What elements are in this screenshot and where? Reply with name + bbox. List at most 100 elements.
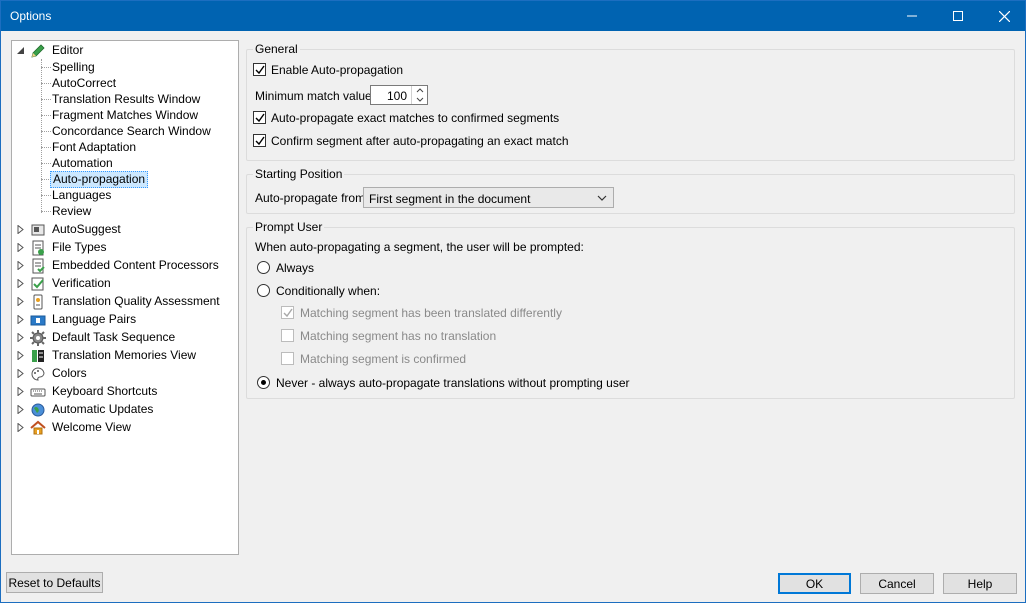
chevron-down-icon[interactable]: [412, 95, 428, 104]
never-radio[interactable]: [257, 376, 270, 389]
tree-item-verification[interactable]: Verification: [16, 275, 113, 292]
no-translation-checkbox[interactable]: [281, 329, 294, 342]
tree-item-autocorrect[interactable]: AutoCorrect: [50, 75, 118, 92]
always-label: Always: [276, 261, 315, 275]
reset-to-defaults-button[interactable]: Reset to Defaults: [6, 572, 103, 593]
home-icon: [30, 420, 46, 434]
min-match-value: 100: [386, 89, 407, 103]
exact-matches-confirmed-checkbox[interactable]: [253, 111, 266, 124]
enable-auto-propagation-label: Enable Auto-propagation: [271, 63, 404, 77]
options-tree[interactable]: Editor Spelling AutoCorrect Translation Re…: [11, 40, 239, 555]
tree-item-colors[interactable]: Colors: [16, 365, 89, 382]
globe-icon: [31, 403, 45, 416]
confirm-after-propagating-checkbox[interactable]: [253, 134, 266, 147]
translated-differently-checkbox[interactable]: [281, 306, 294, 319]
never-label: Never - always auto-propagate translatio…: [276, 376, 630, 390]
expand-icon[interactable]: [16, 387, 25, 396]
always-radio[interactable]: [257, 261, 270, 274]
expand-icon[interactable]: [16, 297, 25, 306]
tree-item-automation[interactable]: Automation: [50, 155, 115, 172]
help-button[interactable]: Help: [943, 573, 1017, 594]
no-translation-label: Matching segment has no translation: [300, 329, 497, 343]
expand-icon[interactable]: [16, 279, 25, 288]
title-bar: Options: [1, 1, 1025, 31]
conditionally-radio[interactable]: [257, 284, 270, 297]
tree-item-language-pairs[interactable]: Language Pairs: [16, 311, 138, 328]
embedded-content-icon: [32, 258, 45, 273]
checkmark-icon: [255, 65, 265, 75]
conditionally-label: Conditionally when:: [276, 284, 381, 298]
confirm-after-propagating-label: Confirm segment after auto-propagating a…: [271, 134, 569, 148]
tree-item-font-adaptation[interactable]: Font Adaptation: [50, 139, 138, 156]
expand-icon[interactable]: [16, 405, 25, 414]
translation-memories-icon: [32, 349, 44, 362]
close-icon: [998, 10, 1010, 22]
expand-icon[interactable]: [16, 225, 25, 234]
gear-icon: [30, 329, 46, 346]
tree-item-editor[interactable]: Editor: [16, 42, 85, 59]
expand-icon[interactable]: [16, 315, 25, 324]
checkmark-icon: [255, 113, 265, 123]
min-match-label: Minimum match value:: [255, 89, 376, 103]
keyboard-icon: [30, 388, 46, 396]
expand-icon[interactable]: [16, 333, 25, 342]
expand-icon[interactable]: [16, 351, 25, 360]
window-title: Options: [10, 9, 52, 23]
maximize-icon: [953, 11, 963, 21]
quality-assessment-icon: [33, 294, 43, 309]
prompt-user-intro: When auto-propagating a segment, the use…: [255, 240, 584, 254]
tree-item-default-task-sequence[interactable]: Default Task Sequence: [16, 329, 177, 346]
exact-matches-confirmed-label: Auto-propagate exact matches to confirme…: [271, 111, 560, 125]
ok-button[interactable]: OK: [778, 573, 851, 594]
tree-item-auto-propagation[interactable]: Auto-propagation: [50, 171, 149, 188]
checkmark-icon: [283, 308, 293, 318]
starting-position-label: Starting Position: [253, 167, 345, 181]
tree-item-review[interactable]: Review: [50, 203, 93, 220]
cancel-button[interactable]: Cancel: [860, 573, 934, 594]
options-dialog: Options Editor Spelling AutoCorrect Transl…: [0, 0, 1026, 603]
tree-item-welcome-view[interactable]: Welcome View: [16, 419, 133, 436]
collapse-icon: [17, 47, 24, 54]
is-confirmed-checkbox[interactable]: [281, 352, 294, 365]
stepper-arrows: [411, 86, 427, 104]
tree-item-keyboard-shortcuts[interactable]: Keyboard Shortcuts: [16, 383, 159, 400]
minimize-icon: [907, 15, 917, 17]
tree-item-translation-memories-view[interactable]: Translation Memories View: [16, 347, 198, 364]
tree-item-file-types[interactable]: File Types: [16, 239, 108, 256]
tree-item-autosuggest[interactable]: AutoSuggest: [16, 221, 123, 238]
tree-item-automatic-updates[interactable]: Automatic Updates: [16, 401, 155, 418]
propagate-from-label: Auto-propagate from:: [255, 191, 369, 205]
close-button[interactable]: [981, 1, 1026, 31]
min-match-stepper[interactable]: 100: [370, 85, 428, 105]
propagate-from-select[interactable]: First segment in the document: [363, 187, 614, 208]
propagate-from-value: First segment in the document: [369, 192, 531, 206]
file-types-icon: [32, 240, 44, 255]
general-group-label: General: [253, 42, 300, 56]
tree-item-languages[interactable]: Languages: [50, 187, 113, 204]
tree-item-translation-quality-assessment[interactable]: Translation Quality Assessment: [16, 293, 222, 310]
maximize-button[interactable]: [935, 1, 981, 31]
minimize-button[interactable]: [889, 1, 935, 31]
tree-item-translation-results-window[interactable]: Translation Results Window: [50, 91, 202, 108]
tree-item-concordance-search-window[interactable]: Concordance Search Window: [50, 123, 213, 140]
chevron-up-icon[interactable]: [412, 86, 428, 95]
tree-item-embedded-content-processors[interactable]: Embedded Content Processors: [16, 257, 221, 274]
enable-auto-propagation-checkbox[interactable]: [253, 63, 266, 76]
verification-icon: [31, 277, 44, 290]
expand-icon[interactable]: [16, 261, 25, 270]
expand-icon[interactable]: [16, 369, 25, 378]
pencil-icon: [31, 43, 45, 58]
expand-icon[interactable]: [16, 243, 25, 252]
autosuggest-icon: [31, 224, 45, 235]
prompt-user-label: Prompt User: [253, 220, 325, 234]
language-pairs-icon: [30, 315, 46, 325]
radio-selected-dot: [261, 380, 266, 385]
is-confirmed-label: Matching segment is confirmed: [300, 352, 467, 366]
tree-item-fragment-matches-window[interactable]: Fragment Matches Window: [50, 107, 200, 124]
palette-icon: [31, 366, 45, 381]
tree-item-spelling[interactable]: Spelling: [50, 59, 97, 76]
translated-differently-label: Matching segment has been translated dif…: [300, 306, 562, 320]
chevron-down-icon: [597, 195, 607, 201]
checkmark-icon: [255, 136, 265, 146]
expand-icon[interactable]: [16, 423, 25, 432]
